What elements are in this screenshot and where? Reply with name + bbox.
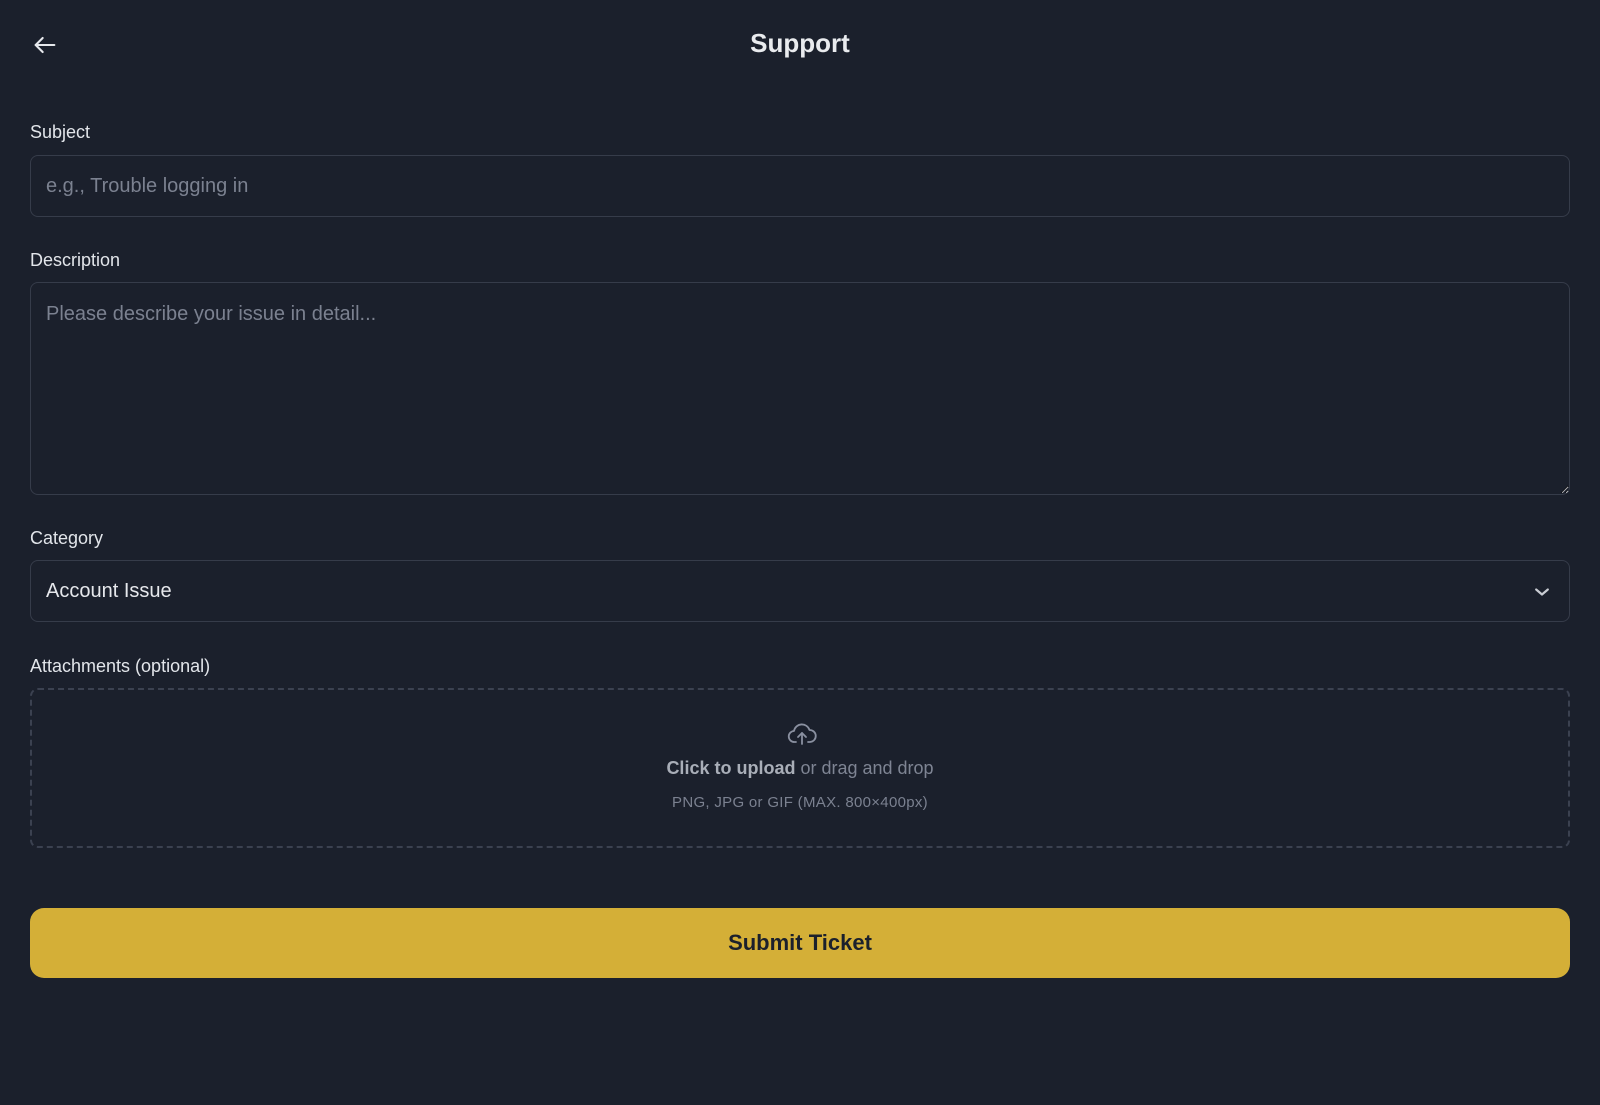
chevron-down-icon bbox=[1531, 581, 1553, 603]
attachments-label: Attachments (optional) bbox=[30, 656, 211, 676]
upload-instructions: Click to upload or drag and drop bbox=[32, 758, 1568, 779]
cloud-upload-icon bbox=[787, 723, 817, 745]
subject-label: Subject bbox=[30, 122, 91, 142]
upload-file-hint: PNG, JPG or GIF (MAX. 800×400px) bbox=[672, 794, 928, 811]
description-textarea[interactable] bbox=[30, 282, 1570, 495]
subject-input[interactable] bbox=[30, 155, 1570, 217]
category-select[interactable]: Account Issue bbox=[30, 560, 1570, 622]
category-selected-value: Account Issue bbox=[46, 580, 172, 602]
submit-ticket-button[interactable]: Submit Ticket bbox=[30, 908, 1570, 978]
category-label: Category bbox=[30, 528, 104, 548]
description-label: Description bbox=[30, 250, 121, 270]
click-to-upload-link[interactable]: Click to upload bbox=[666, 758, 795, 778]
header: Support bbox=[0, 0, 1600, 90]
drag-drop-text: or drag and drop bbox=[795, 758, 934, 778]
attachment-dropzone[interactable]: Click to upload or drag and drop PNG, JP… bbox=[30, 688, 1570, 848]
page-title: Support bbox=[750, 28, 850, 58]
